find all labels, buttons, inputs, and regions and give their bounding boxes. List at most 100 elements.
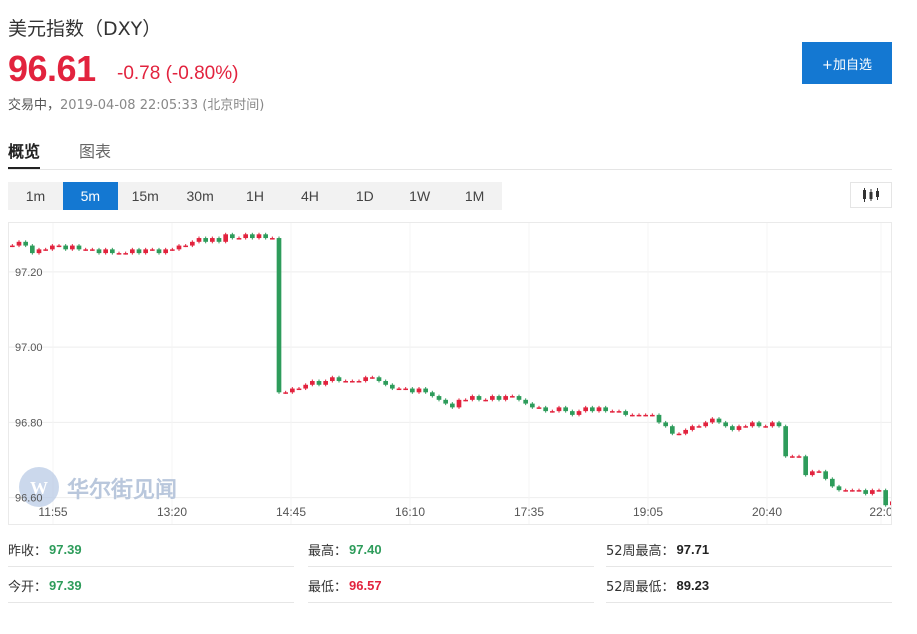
candle-body xyxy=(616,411,622,413)
candle-body xyxy=(710,418,715,423)
x-tick-label: 17:35 xyxy=(514,505,544,519)
candle-body xyxy=(96,249,102,254)
candle-body xyxy=(30,245,35,254)
x-tick-label: 14:45 xyxy=(276,505,306,519)
candle-body xyxy=(390,384,395,389)
candle-body xyxy=(190,241,195,246)
candle-body xyxy=(463,399,468,402)
candle-body xyxy=(70,245,75,250)
candle-body xyxy=(403,388,408,391)
candle-body xyxy=(470,396,475,400)
candle-body xyxy=(723,422,728,427)
x-tick-label: 16:10 xyxy=(395,505,425,519)
status-time: 2019-04-08 22:05:33 (北京时间) xyxy=(60,98,265,113)
candle-body xyxy=(236,238,242,240)
y-tick-label: 97.20 xyxy=(15,267,43,279)
candle-body xyxy=(396,388,402,391)
candle-body xyxy=(250,234,255,239)
chart-type-button[interactable] xyxy=(850,182,892,208)
watermark: W 华尔街见闻 xyxy=(19,467,177,507)
candle-body xyxy=(423,388,428,393)
stat-label: 52周最低： xyxy=(606,579,675,595)
candlestick-icon xyxy=(863,188,879,202)
candle-body xyxy=(576,411,582,415)
candle-body xyxy=(476,396,482,400)
stat-label: 最低： xyxy=(308,579,348,595)
candle-body xyxy=(530,403,535,408)
stat-value: 97.39 xyxy=(49,541,82,557)
stat-open: 今开： 97.39 xyxy=(8,568,294,603)
candle-body xyxy=(163,249,168,254)
candle-body xyxy=(843,490,848,492)
stats-row: 今开： 97.39 最低： 96.57 52周最低： 89.23 xyxy=(8,568,892,604)
candle-body xyxy=(110,249,115,254)
period-4h[interactable]: 4H xyxy=(282,182,337,210)
period-1m[interactable]: 1m xyxy=(8,182,63,210)
candle-body xyxy=(663,422,668,427)
add-to-watchlist-button[interactable]: +加自选 xyxy=(802,42,892,84)
candle-body xyxy=(503,396,508,400)
candle-body xyxy=(656,414,662,423)
stat-label: 昨收： xyxy=(8,543,48,559)
candle-body xyxy=(550,411,555,413)
candle-body xyxy=(216,238,222,242)
price-chart[interactable]: W 华尔街见闻 97.20 97.00 96.80 96.60 11:55 13:20 1… xyxy=(8,222,892,525)
candle-body xyxy=(563,407,568,412)
tab-overview[interactable]: 概览 xyxy=(8,138,41,169)
candle-body xyxy=(603,407,608,412)
tab-chart[interactable]: 图表 xyxy=(79,138,111,162)
candle-body xyxy=(416,388,422,393)
candle-body xyxy=(716,418,722,423)
price-change: -0.78 (-0.80%) xyxy=(117,63,239,84)
watermark-text: 华尔街见闻 xyxy=(67,477,177,503)
candle-body xyxy=(643,414,648,417)
period-1h[interactable]: 1H xyxy=(228,182,283,210)
candle-body xyxy=(803,456,808,476)
candle-body xyxy=(863,490,868,494)
candle-body xyxy=(750,422,755,427)
stat-prev-close: 昨收： 97.39 xyxy=(8,532,294,567)
stat-value: 97.71 xyxy=(676,541,710,557)
candle-body xyxy=(790,456,795,458)
candle-body xyxy=(330,377,335,382)
period-1mo[interactable]: 1M xyxy=(447,182,502,210)
stat-52w-high: 52周最高： 97.71 xyxy=(606,532,892,567)
candle-body xyxy=(63,245,68,250)
period-1d[interactable]: 1D xyxy=(337,182,392,210)
candle-body xyxy=(483,399,488,402)
main-tabs: 概览 图表 xyxy=(8,130,892,170)
candle-body xyxy=(883,490,888,506)
candle-body xyxy=(736,426,742,430)
candle-body xyxy=(150,249,155,251)
candle-body xyxy=(676,433,682,436)
period-5m[interactable]: 5m xyxy=(62,182,118,210)
candle-body xyxy=(156,249,162,254)
candle-body xyxy=(490,396,495,400)
candle-body xyxy=(523,399,528,404)
y-tick-label: 96.60 xyxy=(15,493,43,505)
candle-body xyxy=(283,392,288,394)
candle-body xyxy=(176,245,182,250)
x-tick-label: 13:20 xyxy=(157,505,187,519)
candle-body xyxy=(496,396,502,400)
candle-body xyxy=(36,249,42,254)
candle-body xyxy=(830,478,835,487)
period-1w[interactable]: 1W xyxy=(392,182,447,210)
candle-body xyxy=(356,381,362,383)
period-30m[interactable]: 30m xyxy=(173,182,228,210)
candle-body xyxy=(430,392,435,397)
candle-body xyxy=(856,490,862,492)
candle-body xyxy=(770,422,775,427)
candle-body xyxy=(836,486,842,491)
candle-body xyxy=(436,396,442,400)
candle-body xyxy=(730,426,735,430)
period-selector: 1m 5m 15m 30m 1H 4H 1D 1W 1M xyxy=(8,182,502,210)
candle-body xyxy=(263,234,268,239)
y-tick-label: 97.00 xyxy=(15,342,43,354)
candle-body xyxy=(796,456,802,458)
candle-body xyxy=(383,381,388,385)
candle-body xyxy=(376,377,382,382)
candle-body xyxy=(323,381,328,385)
candle-body xyxy=(143,249,148,254)
period-15m[interactable]: 15m xyxy=(118,182,173,210)
